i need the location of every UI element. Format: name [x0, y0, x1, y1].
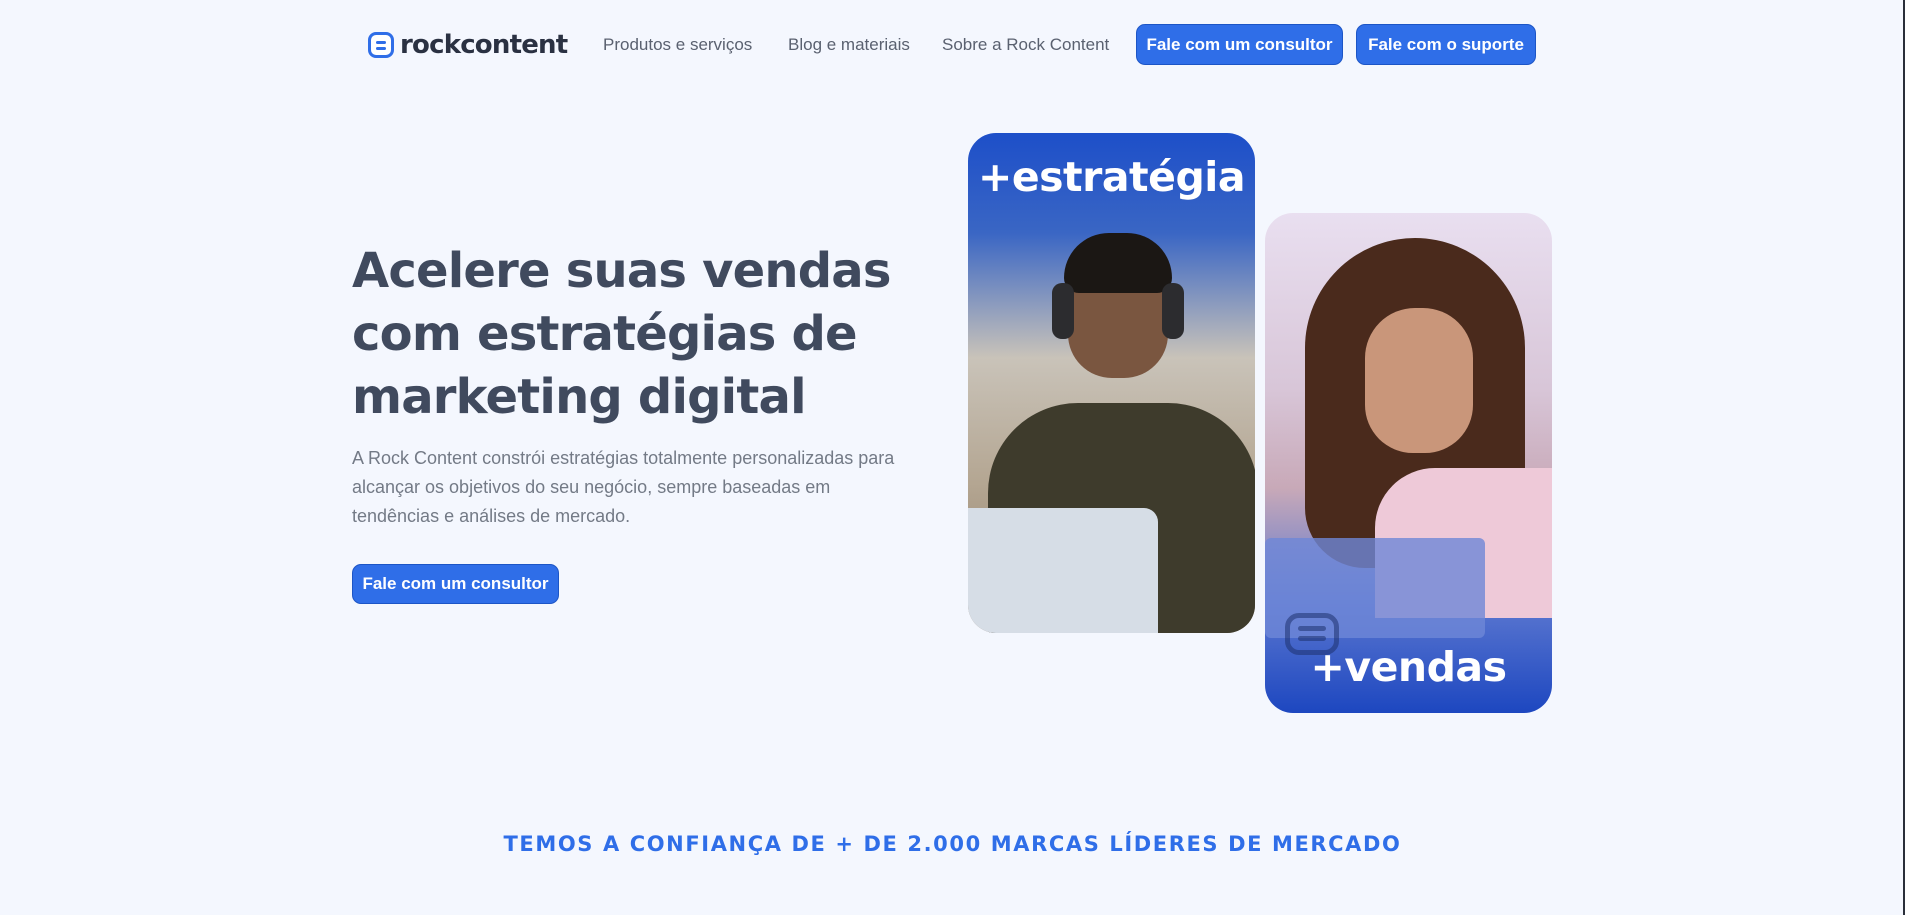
nav-blog-materials[interactable]: Blog e materiais: [788, 35, 910, 55]
talk-to-support-button[interactable]: Fale com o suporte: [1356, 24, 1536, 65]
card-label-strategy: +estratégia: [977, 153, 1246, 201]
rockcontent-logo[interactable]: rockcontent: [368, 30, 568, 60]
talk-to-consultant-button[interactable]: Fale com um consultor: [1136, 24, 1343, 65]
laptop: [968, 508, 1158, 633]
card-label-sales: +vendas: [1310, 643, 1508, 691]
hero-description: A Rock Content constrói estratégias tota…: [352, 448, 895, 526]
nav-products-services[interactable]: Produtos e serviços: [603, 35, 752, 55]
hero-title: Acelere suas vendas com estratégias de m…: [352, 243, 891, 425]
rockcontent-logo-icon: [368, 32, 394, 58]
site-header: rockcontent Produtos e serviços Blog e m…: [0, 24, 1905, 66]
logo-text: rockcontent: [400, 30, 568, 60]
hero-image-card-strategy: +estratégia: [968, 133, 1255, 633]
woman-face: [1365, 308, 1473, 453]
hero-consultant-button[interactable]: Fale com um consultor: [352, 564, 559, 604]
hero-image-card-sales: +vendas: [1265, 213, 1552, 713]
headphones-icon: [1162, 283, 1184, 339]
nav-about[interactable]: Sobre a Rock Content: [942, 35, 1109, 55]
headphones-icon: [1052, 283, 1074, 339]
trust-heading: TEMOS A CONFIANÇA DE + DE 2.000 MARCAS L…: [503, 832, 1402, 856]
man-hair: [1064, 233, 1172, 293]
